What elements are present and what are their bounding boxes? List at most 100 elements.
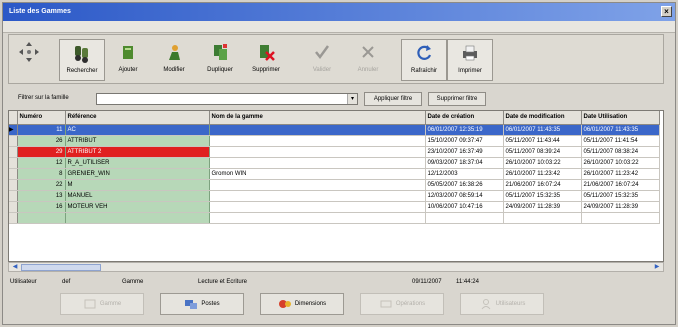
table-row[interactable]: ▶ 11 AC 06/01/2007 12:35:19 06/01/2007 11:43…	[9, 124, 660, 136]
cell-date-utilisation[interactable]: 24/09/2007 11:28:39	[581, 201, 660, 213]
imprimer-button[interactable]: Imprimer	[447, 39, 493, 81]
cell-date-utilisation[interactable]: 26/10/2007 10:03:22	[581, 157, 660, 169]
column-header-date-utilisation[interactable]: Date Utilisation	[581, 111, 660, 125]
cell-numero[interactable]: 8	[17, 168, 66, 180]
cell-date-creation[interactable]: 05/05/2007 16:38:26	[425, 179, 504, 191]
column-header-date-creation[interactable]: Date de création	[425, 111, 504, 125]
imprimer-label: Imprimer	[458, 68, 482, 74]
row-selector[interactable]	[9, 135, 18, 147]
modifier-button[interactable]: Modifier	[151, 39, 197, 81]
postes-button[interactable]: Postes	[160, 293, 244, 315]
cell-numero[interactable]: 26	[17, 135, 66, 147]
cell-numero[interactable]: 22	[17, 179, 66, 191]
utilisateurs-button[interactable]: Utilisateurs	[460, 293, 544, 315]
cell-nom[interactable]	[209, 201, 426, 213]
cell-date-utilisation[interactable]: 26/10/2007 11:23:42	[581, 168, 660, 180]
cell-numero[interactable]: 29	[17, 146, 66, 158]
gammes-table[interactable]: Numéro Référence Nom de la gamme Date de…	[8, 110, 664, 262]
cell-date-modification[interactable]: 06/01/2007 11:43:35	[503, 124, 582, 136]
cell-date-modification[interactable]: 26/10/2007 11:23:42	[503, 168, 582, 180]
column-header-date-modification[interactable]: Date de modification	[503, 111, 582, 125]
cell-date-creation[interactable]: 06/01/2007 12:35:19	[425, 124, 504, 136]
table-row[interactable]: 26 ATTRIBUT 15/10/2007 09:37:47 05/11/2007 …	[9, 135, 660, 147]
table-row[interactable]: 22 M 05/05/2007 16:38:26 21/06/2007 16:07:2…	[9, 179, 660, 191]
cell-date-modification[interactable]: 05/11/2007 15:32:35	[503, 190, 582, 202]
table-row[interactable]: 13 MANUEL 12/03/2007 08:59:14 05/11/2007 15…	[9, 190, 660, 202]
table-row[interactable]: 16 MOTEUR VEH 10/06/2007 10:47:16 24/09/200…	[9, 201, 660, 213]
cell-nom[interactable]: Gromon WIN	[209, 168, 426, 180]
cell-numero[interactable]: 11	[17, 124, 66, 136]
cell-date-modification[interactable]: 21/06/2007 16:07:24	[503, 179, 582, 191]
cell-date-creation[interactable]: 09/03/2007 18:37:04	[425, 157, 504, 169]
operations-button[interactable]: Opérations	[360, 293, 444, 315]
gamme-button[interactable]: Gamme	[60, 293, 144, 315]
cell-reference[interactable]: GRENIER_WIN	[65, 168, 210, 180]
cell-numero[interactable]: 13	[17, 190, 66, 202]
supprimer-button[interactable]: Supprimer	[243, 39, 289, 81]
cell-date-modification[interactable]: 05/11/2007 11:43:44	[503, 135, 582, 147]
cell-date-modification[interactable]: 05/11/2007 08:39:24	[503, 146, 582, 158]
cell-numero[interactable]: 12	[17, 157, 66, 169]
cell-nom[interactable]	[209, 135, 426, 147]
apply-filter-button[interactable]: Appliquer filtre	[364, 92, 422, 106]
cell-nom[interactable]	[209, 157, 426, 169]
valider-button[interactable]: Valider	[299, 39, 345, 81]
column-header-numero[interactable]: Numéro	[17, 111, 66, 125]
table-row[interactable]: 12 R_A_UTILISER 09/03/2007 18:37:04 26/10/2…	[9, 157, 660, 169]
ajouter-button[interactable]: Ajouter	[105, 39, 151, 81]
dimensions-icon	[278, 300, 291, 308]
column-header-nom[interactable]: Nom de la gamme	[209, 111, 426, 125]
scrollbar-thumb[interactable]	[21, 264, 101, 271]
annuler-button[interactable]: Annuler	[345, 39, 391, 81]
cell-date-utilisation[interactable]: 05/11/2007 11:41:54	[581, 135, 660, 147]
filter-family-select[interactable]: ▾	[96, 93, 358, 105]
gamme-label: Gamme	[99, 301, 122, 307]
scroll-right-icon[interactable]: ▶	[652, 263, 662, 271]
cell-date-creation[interactable]: 15/10/2007 09:37:47	[425, 135, 504, 147]
cell-date-utilisation[interactable]: 05/11/2007 15:32:35	[581, 190, 660, 202]
cell-date-creation[interactable]: 12/03/2007 08:59:14	[425, 190, 504, 202]
chevron-down-icon[interactable]: ▾	[347, 94, 357, 104]
cell-date-creation[interactable]: 10/06/2007 10:47:16	[425, 201, 504, 213]
cell-date-modification[interactable]: 24/09/2007 11:28:39	[503, 201, 582, 213]
row-selector[interactable]	[9, 168, 18, 180]
close-button[interactable]: ×	[661, 6, 672, 17]
row-selector[interactable]: ▶	[9, 124, 18, 136]
dupliquer-button[interactable]: Dupliquer	[197, 39, 243, 81]
cell-date-creation[interactable]: 12/12/2003	[425, 168, 504, 180]
cell-date-modification[interactable]: 26/10/2007 10:03:22	[503, 157, 582, 169]
cell-reference[interactable]: AC	[65, 124, 210, 136]
navigation-button[interactable]	[9, 39, 49, 81]
rechercher-button[interactable]: Rechercher	[59, 39, 105, 81]
cell-reference[interactable]: MOTEUR VEH	[65, 201, 210, 213]
row-selector[interactable]	[9, 179, 18, 191]
cell-numero[interactable]: 16	[17, 201, 66, 213]
dimensions-button[interactable]: Dimensions	[260, 293, 344, 315]
cell-nom[interactable]	[209, 124, 426, 136]
horizontal-scrollbar[interactable]: ◀ ▶	[8, 262, 664, 272]
rafraichir-button[interactable]: Rafraîchir	[401, 39, 447, 81]
cell-reference[interactable]: ATTRIBUT 2	[65, 146, 210, 158]
cell-date-utilisation[interactable]: 06/01/2007 11:43:35	[581, 124, 660, 136]
cell-reference[interactable]: R_A_UTILISER	[65, 157, 210, 169]
cell-reference[interactable]: ATTRIBUT	[65, 135, 210, 147]
cell-date-utilisation[interactable]: 05/11/2007 08:38:24	[581, 146, 660, 158]
cell-date-creation[interactable]: 23/10/2007 16:37:49	[425, 146, 504, 158]
scroll-left-icon[interactable]: ◀	[10, 263, 20, 271]
row-selector[interactable]	[9, 146, 18, 158]
cell-date-utilisation[interactable]: 21/06/2007 16:07:24	[581, 179, 660, 191]
cell-reference[interactable]: MANUEL	[65, 190, 210, 202]
column-header-reference[interactable]: Référence	[65, 111, 210, 125]
table-row[interactable]: 8 GRENIER_WIN Gromon WIN 12/12/2003 26/10/20…	[9, 168, 660, 180]
check-icon	[315, 45, 330, 60]
remove-filter-button[interactable]: Supprimer filtre	[428, 92, 486, 106]
cell-nom[interactable]	[209, 190, 426, 202]
row-selector[interactable]	[9, 201, 18, 213]
operations-label: Opérations	[395, 301, 426, 307]
row-selector[interactable]	[9, 157, 18, 169]
row-selector[interactable]	[9, 190, 18, 202]
table-row[interactable]: 29 ATTRIBUT 2 23/10/2007 16:37:49 05/11/200…	[9, 146, 660, 158]
cell-nom[interactable]	[209, 179, 426, 191]
cell-nom[interactable]	[209, 146, 426, 158]
cell-reference[interactable]: M	[65, 179, 210, 191]
